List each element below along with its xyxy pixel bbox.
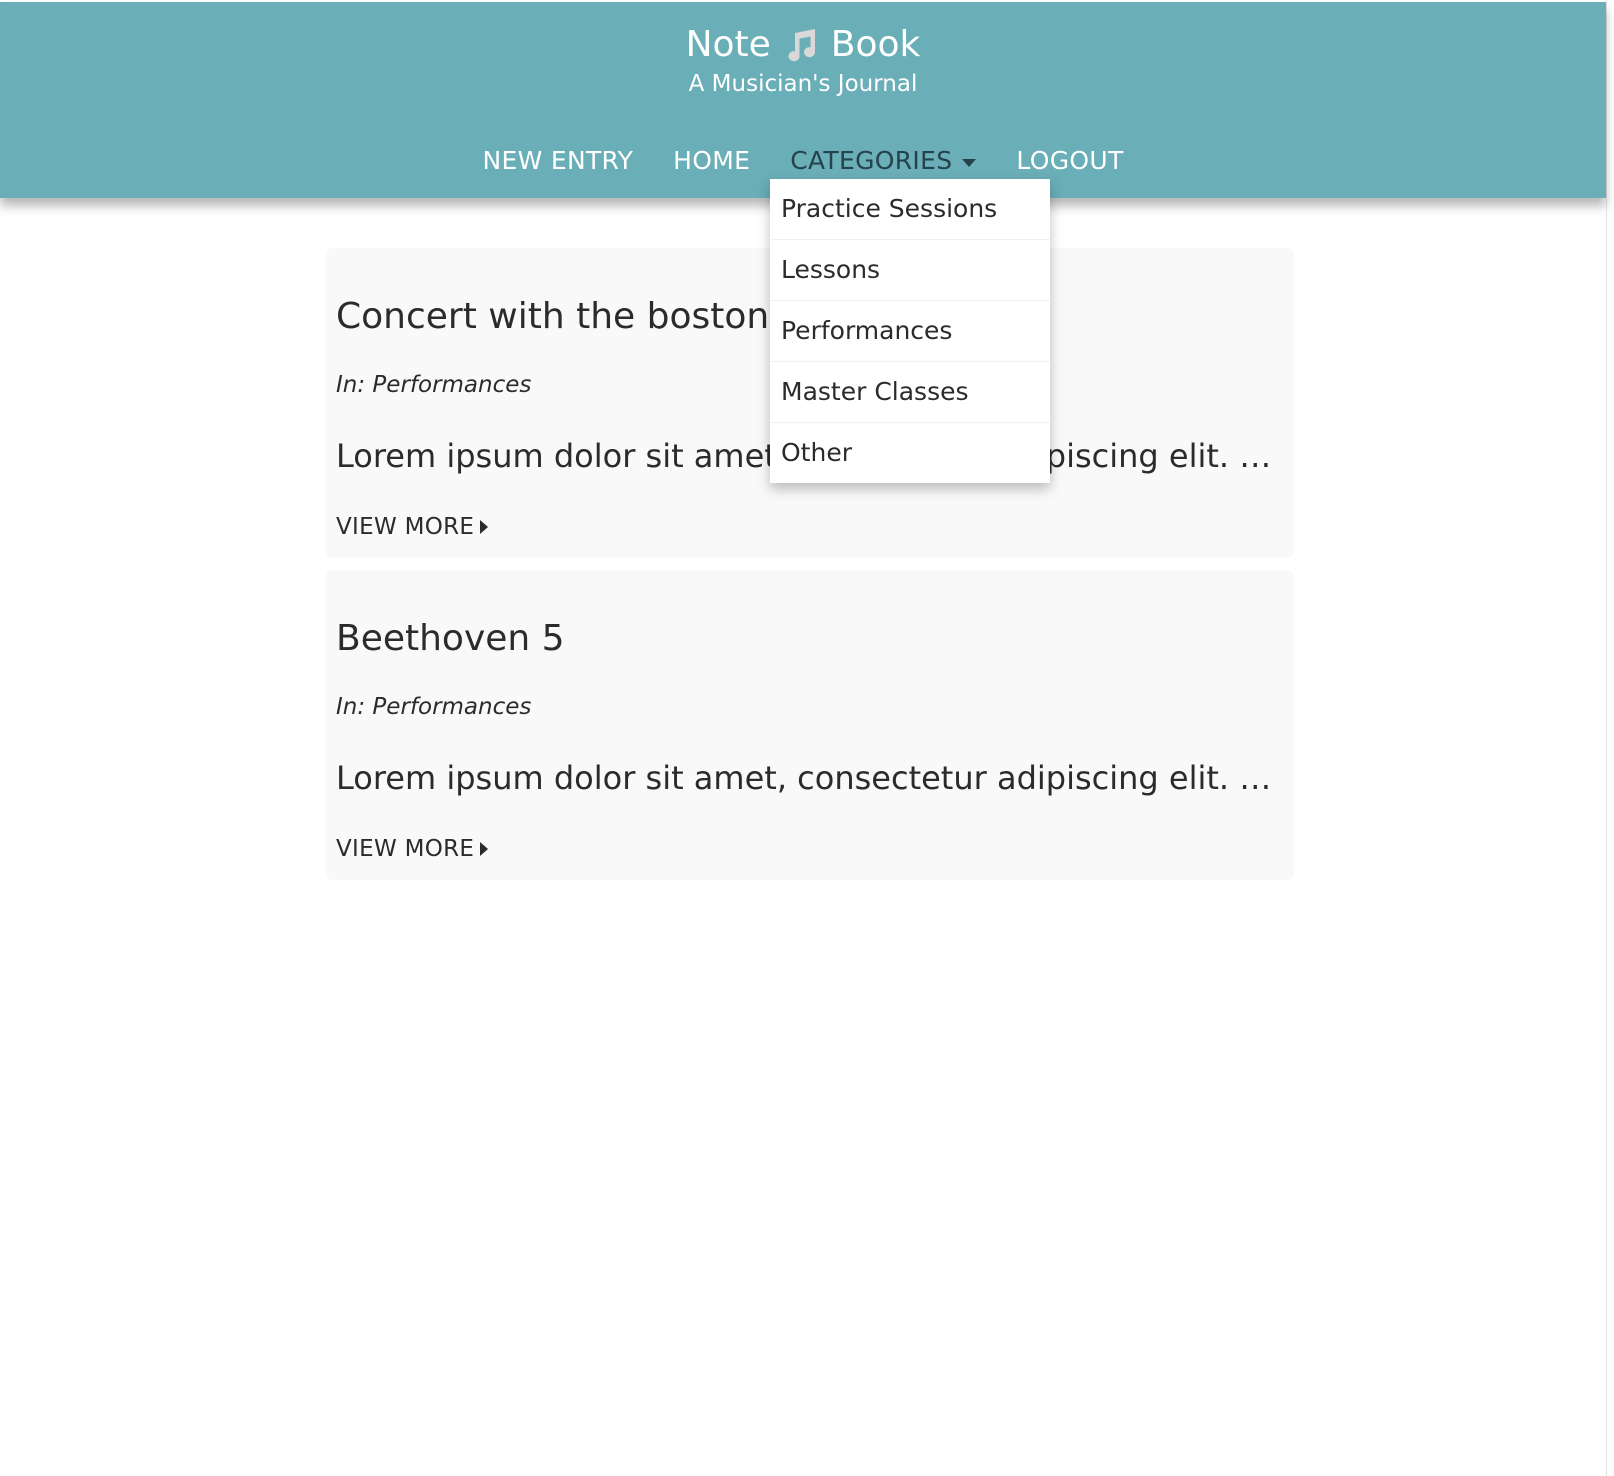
brand[interactable]: Note Book A Musician's Journal — [0, 20, 1606, 98]
nav-home[interactable]: HOME — [673, 140, 750, 182]
brand-subtitle: A Musician's Journal — [688, 71, 918, 97]
entry-category: In: Performances — [336, 372, 532, 398]
dropdown-item-performances[interactable]: Performances — [770, 301, 1050, 362]
nav-categories-label: CATEGORIES — [790, 146, 953, 175]
entry-category: In: Performances — [336, 694, 532, 720]
view-more-link[interactable]: VIEW MORE — [336, 836, 489, 862]
dropdown-item-practice-sessions[interactable]: Practice Sessions — [770, 179, 1050, 240]
brand-title-left: Note — [685, 24, 771, 65]
entry-excerpt: Lorem ipsum dolor sit amet, consectetur … — [336, 759, 1286, 797]
dropdown-item-master-classes[interactable]: Master Classes — [770, 362, 1050, 423]
brand-title-right: Book — [830, 24, 921, 65]
entry-card: Beethoven 5 In: Performances Lorem ipsum… — [326, 570, 1294, 880]
site-header: Note Book A Musician's Journal NEW ENTRY… — [0, 2, 1606, 198]
caret-right-icon — [480, 520, 489, 534]
page: Note Book A Musician's Journal NEW ENTRY… — [0, 0, 1614, 1476]
view-more-label: VIEW MORE — [336, 514, 475, 540]
nav-categories[interactable]: CATEGORIES — [790, 140, 977, 182]
dropdown-item-lessons[interactable]: Lessons — [770, 240, 1050, 301]
nav-new-entry[interactable]: NEW ENTRY — [482, 140, 633, 182]
music-note-icon — [788, 29, 815, 62]
nav-logout[interactable]: LOGOUT — [1016, 140, 1123, 182]
view-more-label: VIEW MORE — [336, 836, 475, 862]
caret-right-icon — [480, 842, 489, 856]
window-right-edge — [1606, 0, 1614, 1476]
main-nav: NEW ENTRY HOME CATEGORIES LOGOUT — [0, 140, 1606, 182]
view-more-link[interactable]: VIEW MORE — [336, 514, 489, 540]
caret-down-icon — [962, 158, 977, 167]
dropdown-item-other[interactable]: Other — [770, 423, 1050, 483]
brand-title: Note Book — [686, 20, 921, 70]
entry-title: Concert with the boston — [336, 296, 770, 337]
entry-title: Beethoven 5 — [336, 618, 565, 659]
categories-dropdown: Practice Sessions Lessons Performances M… — [770, 179, 1050, 483]
